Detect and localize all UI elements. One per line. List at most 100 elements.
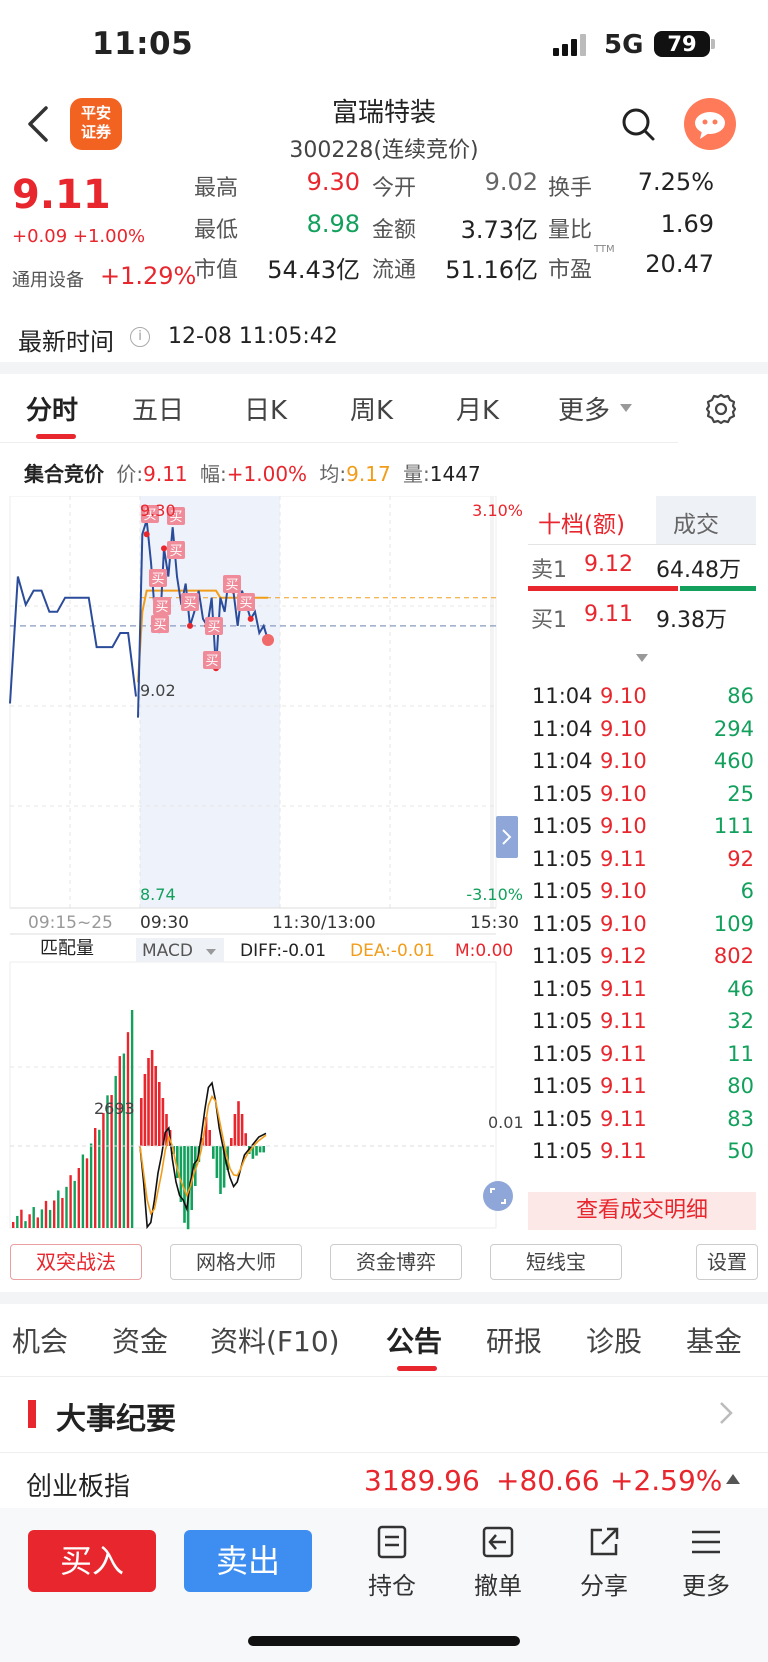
auction-avg-label: 均:	[319, 462, 347, 486]
buy-signal-text: 买	[183, 596, 196, 611]
info-tab[interactable]: 机会	[12, 1320, 68, 1360]
holdings-button[interactable]: 持仓	[352, 1524, 432, 1601]
match-volume-bar	[102, 1112, 105, 1228]
auction-price-label: 价:	[116, 462, 144, 486]
trade-price: 9.10	[600, 749, 647, 773]
trade-row: 11:05 9.10 109	[532, 912, 754, 946]
y-low-label: 8.74	[140, 885, 176, 904]
buy-button[interactable]: 买入	[28, 1530, 156, 1592]
events-title[interactable]: 大事纪要	[56, 1394, 176, 1438]
auction-avg: 9.17	[346, 462, 391, 486]
quote-value: 1.69	[660, 210, 714, 238]
buy1-label: 买1	[531, 608, 567, 633]
caret-down-icon[interactable]	[620, 404, 632, 412]
cancel-order-label: 撤单	[474, 1572, 522, 1600]
tool-button[interactable]: 资金博弈	[330, 1244, 462, 1280]
network-label: 5G	[604, 30, 644, 60]
match-volume-bar	[36, 1217, 39, 1228]
info-tab[interactable]: 资金	[112, 1320, 168, 1360]
match-volume-bar	[53, 1200, 56, 1228]
info-tab[interactable]: 基金	[686, 1320, 742, 1360]
view-trade-detail-button[interactable]: 查看成交明细	[528, 1192, 756, 1230]
tab-active-indicator	[397, 1366, 437, 1371]
fullscreen-button[interactable]	[483, 1181, 513, 1211]
session-shade	[140, 496, 280, 908]
macd-bar	[255, 1146, 258, 1156]
trade-volume: 83	[727, 1106, 754, 1131]
chevron-up-icon[interactable]	[726, 1474, 740, 1484]
chart-tab[interactable]: 五日	[132, 390, 184, 427]
tab-trades[interactable]: 成交	[673, 505, 719, 539]
info-tab[interactable]: 诊股	[586, 1320, 642, 1360]
sell-button[interactable]: 卖出	[184, 1530, 312, 1592]
quote-value: 7.25%	[637, 168, 714, 196]
industry-change: +1.29%	[100, 262, 197, 290]
trade-row: 11:04 9.10 460	[532, 749, 754, 783]
macd-bar	[179, 1146, 183, 1202]
macd-dea: DEA:-0.01	[350, 941, 435, 961]
industry-name[interactable]: 通用设备	[12, 266, 84, 292]
more-button[interactable]: 更多	[666, 1524, 746, 1601]
macd-bar	[237, 1101, 240, 1146]
latest-time-label: 最新时间	[18, 328, 114, 356]
buy-signal-text: 买	[225, 578, 238, 593]
tool-button[interactable]: 网格大师	[170, 1244, 302, 1280]
macd-bar	[158, 1082, 161, 1146]
expand-panel-button[interactable]	[496, 816, 518, 858]
macd-bar	[147, 1058, 150, 1146]
cancel-order-button[interactable]: 撤单	[458, 1524, 538, 1601]
trade-row: 11:05 9.11 80	[532, 1074, 754, 1108]
info-tab[interactable]: 公告	[386, 1320, 442, 1360]
match-volume-bar	[24, 1221, 27, 1228]
quote-value: 3.73亿	[460, 216, 538, 244]
battery-icon: 79	[654, 31, 710, 57]
chart-tab[interactable]: 分时	[26, 390, 78, 427]
buy-signal-text: 买	[239, 596, 252, 611]
y-base-label: 9.02	[140, 681, 176, 700]
chevron-right-icon[interactable]	[716, 1398, 736, 1428]
trade-dot	[187, 622, 193, 629]
gear-icon[interactable]	[704, 392, 738, 426]
trade-price: 9.11	[600, 1041, 647, 1066]
divider	[0, 1376, 768, 1377]
info-tab[interactable]: 研报	[486, 1320, 542, 1360]
tool-button[interactable]: 双突战法	[10, 1244, 142, 1280]
trade-time: 11:04	[532, 749, 593, 773]
trade-volume: 46	[727, 976, 754, 1001]
expand-down-icon[interactable]	[636, 654, 648, 662]
chart-tab[interactable]: 更多	[558, 390, 610, 427]
chart-tab[interactable]: 周K	[350, 390, 393, 427]
tab-ten-level[interactable]: 十档(额)	[538, 505, 625, 539]
trade-time: 11:05	[532, 976, 593, 1001]
chart-tab[interactable]: 月K	[456, 390, 499, 427]
tool-button[interactable]: 设置	[696, 1244, 758, 1280]
trade-volume: 802	[713, 944, 754, 968]
trade-row: 11:05 9.11 46	[532, 977, 754, 1011]
trade-time: 11:04	[532, 684, 593, 708]
intraday-chart[interactable]: 买买买买 买买 买买买买买 9.30 9.02 8.74 3.10% -3.10% …	[0, 496, 528, 1231]
trade-volume: 11	[727, 1041, 754, 1066]
trade-time: 11:05	[532, 944, 593, 968]
x-label-auction: 09:15~25	[28, 913, 113, 933]
sell1-amount: 64.48万	[656, 558, 741, 583]
share-button[interactable]: 分享	[564, 1524, 644, 1601]
auction-label: 集合竞价	[24, 462, 104, 486]
match-volume-bar	[57, 1190, 60, 1228]
info-tab[interactable]: 资料(F10)	[210, 1320, 340, 1360]
match-volume-bar	[32, 1207, 35, 1228]
trade-price: 9.11	[600, 976, 647, 1001]
quote-label: 最高	[194, 176, 239, 201]
trade-dot	[247, 615, 254, 622]
index-pct: +2.59%	[610, 1464, 723, 1497]
tool-button[interactable]: 短线宝	[490, 1244, 622, 1280]
info-icon[interactable]: i	[130, 327, 150, 347]
assistant-avatar[interactable]	[684, 98, 736, 150]
index-name[interactable]: 创业板指	[26, 1466, 130, 1503]
tab-active-indicator	[36, 434, 76, 439]
quote-label: 金额	[372, 218, 417, 243]
sell1-price: 9.12	[584, 552, 633, 577]
divider	[0, 1292, 768, 1304]
latest-time-value: 12-08 11:05:42	[168, 324, 338, 349]
chart-tab[interactable]: 日K	[244, 390, 287, 427]
search-icon[interactable]	[620, 106, 656, 142]
